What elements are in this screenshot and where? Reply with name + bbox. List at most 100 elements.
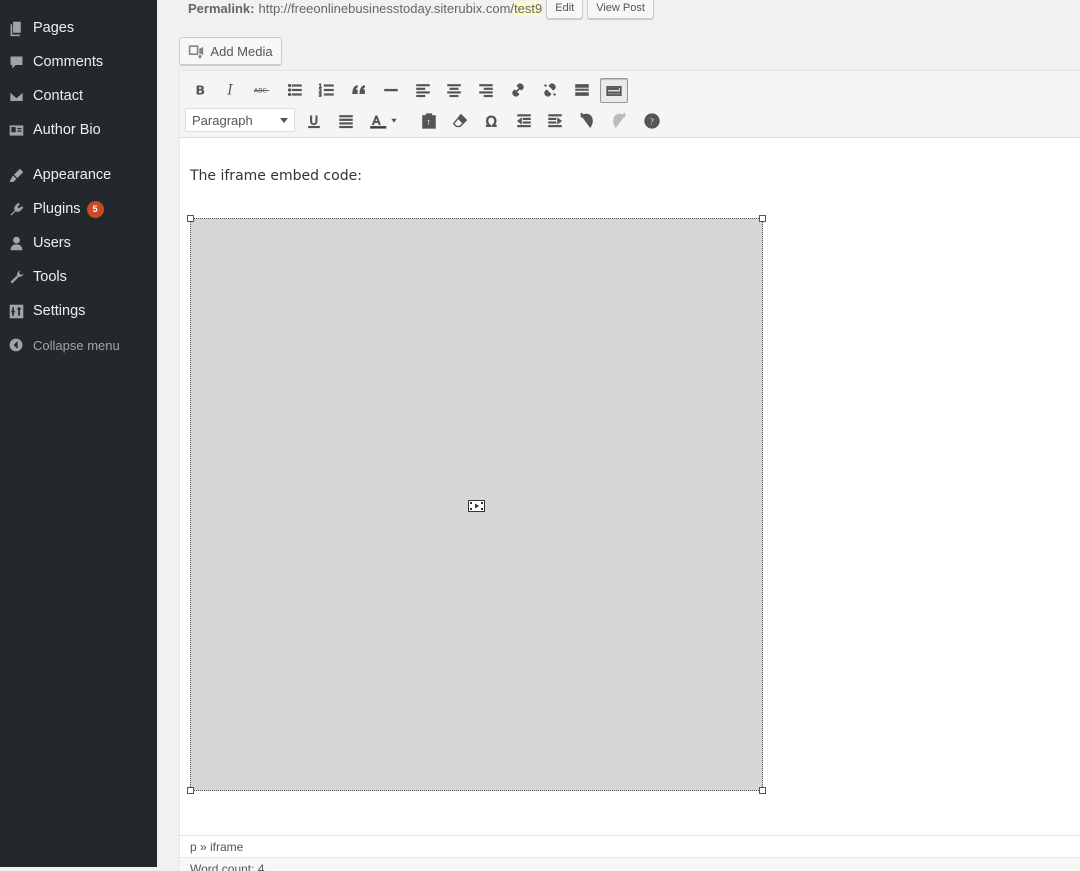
editor-content-area[interactable]: The iframe embed code: <box>180 138 1080 835</box>
remove-link-button[interactable] <box>537 78 563 102</box>
element-path[interactable]: p » iframe <box>190 840 243 854</box>
dashboard-icon[interactable] <box>10 0 24 4</box>
help-icon: ? <box>644 113 660 129</box>
sidebar-item-label: Contact <box>33 88 83 104</box>
toolbar-toggle-button[interactable] <box>600 78 628 103</box>
outdent-icon <box>516 114 531 128</box>
horizontal-line-icon <box>384 88 398 92</box>
collapse-menu-button[interactable]: Collapse menu <box>0 328 157 362</box>
plugins-update-badge: 5 <box>86 200 104 218</box>
read-more-icon <box>575 84 589 96</box>
align-right-icon <box>479 84 493 98</box>
permalink-label: Permalink: <box>188 0 255 16</box>
strikethrough-button[interactable]: ABC <box>249 78 275 102</box>
bold-icon: B <box>196 83 206 98</box>
settings-icon <box>0 303 32 320</box>
blockquote-button[interactable] <box>346 78 372 102</box>
svg-text:3: 3 <box>319 92 322 98</box>
iframe-embed-placeholder[interactable] <box>187 215 766 794</box>
redo-button[interactable] <box>606 109 632 133</box>
bold-button[interactable]: B <box>187 78 213 102</box>
sidebar-item-contact[interactable]: Contact <box>0 79 157 113</box>
svg-text:I: I <box>226 83 233 99</box>
svg-text:A: A <box>372 114 380 128</box>
svg-text:U: U <box>310 114 319 128</box>
insert-read-more-button[interactable] <box>569 78 595 102</box>
svg-text:?: ? <box>649 117 655 128</box>
align-center-button[interactable] <box>441 78 467 102</box>
word-count-bar: Word count: 4 <box>180 857 1080 871</box>
sidebar-item-tools[interactable]: Tools <box>0 260 157 294</box>
horizontal-line-button[interactable] <box>378 78 404 102</box>
resize-handle-top-left[interactable] <box>187 215 194 222</box>
sidebar-item-appearance[interactable]: Appearance <box>0 158 157 192</box>
unlink-icon <box>543 83 557 97</box>
sidebar-item-plugins[interactable]: Plugins 5 <box>0 192 157 226</box>
text-color-icon: A <box>370 113 397 129</box>
keyboard-icon <box>606 85 622 96</box>
paste-as-text-button[interactable]: T <box>416 109 442 133</box>
resize-handle-top-right[interactable] <box>759 215 766 222</box>
special-character-button[interactable]: Ω <box>479 109 505 133</box>
format-select-value: Paragraph <box>192 112 253 128</box>
sidebar-item-users[interactable]: Users <box>0 226 157 260</box>
paragraph-format-select[interactable]: Paragraph <box>185 108 295 132</box>
strikethrough-icon: ABC <box>253 88 270 95</box>
wrench-icon <box>0 269 32 286</box>
resize-handle-bottom-right[interactable] <box>759 787 766 794</box>
redo-icon <box>613 112 626 128</box>
add-media-label: Add Media <box>210 43 273 59</box>
bullet-list-icon <box>287 83 302 97</box>
numbered-list-icon: 123 <box>318 83 334 99</box>
svg-text:ABC: ABC <box>254 88 268 95</box>
increase-indent-button[interactable] <box>542 109 568 133</box>
video-media-icon <box>468 500 485 512</box>
indent-icon <box>548 114 563 128</box>
underline-button[interactable]: U <box>301 109 327 133</box>
align-left-button[interactable] <box>410 78 436 102</box>
editor-path-statusbar: p » iframe <box>180 835 1080 857</box>
align-center-icon <box>447 84 461 98</box>
content-paragraph[interactable]: The iframe embed code: <box>190 168 362 184</box>
sidebar-item-label: Appearance <box>33 167 112 183</box>
permalink-bar: Permalink: http://freeonlinebusinesstoda… <box>188 0 654 20</box>
media-camera-icon <box>189 45 204 59</box>
decrease-indent-button[interactable] <box>511 109 537 133</box>
clear-formatting-button[interactable] <box>447 109 473 133</box>
insert-link-button[interactable] <box>505 78 531 102</box>
sidebar-item-label: Plugins <box>33 201 81 217</box>
add-media-button[interactable]: Add Media <box>179 37 282 65</box>
resize-handle-bottom-left[interactable] <box>187 787 194 794</box>
undo-button[interactable] <box>574 109 600 133</box>
svg-text:T: T <box>426 118 432 128</box>
id-card-icon <box>0 122 32 139</box>
eraser-icon <box>452 113 468 128</box>
keyboard-shortcuts-button[interactable]: ? <box>639 109 665 133</box>
italic-button[interactable]: I <box>218 78 244 102</box>
sidebar-item-author-bio[interactable]: Author Bio <box>0 113 157 147</box>
comments-icon <box>0 54 32 71</box>
edit-permalink-button[interactable]: Edit <box>546 0 584 19</box>
pages-icon <box>0 20 32 37</box>
plugin-icon <box>0 201 32 218</box>
sidebar-item-label: Users <box>33 235 71 251</box>
envelope-icon <box>0 88 32 105</box>
link-icon <box>512 83 524 97</box>
chevron-down-icon <box>280 118 288 123</box>
justify-button[interactable] <box>333 109 359 133</box>
quote-icon <box>352 84 365 95</box>
permalink-url[interactable]: http://freeonlinebusinesstoday.siterubix… <box>258 1 514 16</box>
clipboard-icon: T <box>422 113 436 129</box>
sidebar-item-pages[interactable]: Pages <box>0 11 157 45</box>
view-post-button[interactable]: View Post <box>587 0 654 19</box>
align-right-button[interactable] <box>473 78 499 102</box>
permalink-slug[interactable]: test9 <box>514 0 543 16</box>
svg-text:Ω: Ω <box>486 114 497 130</box>
sidebar-item-comments[interactable]: Comments <box>0 45 157 79</box>
sidebar-item-settings[interactable]: Settings <box>0 294 157 328</box>
text-color-button[interactable]: A <box>365 109 405 133</box>
bullet-list-button[interactable] <box>282 78 308 102</box>
numbered-list-button[interactable]: 123 <box>314 78 340 102</box>
paintbrush-icon <box>0 167 32 184</box>
align-left-icon <box>416 84 430 98</box>
